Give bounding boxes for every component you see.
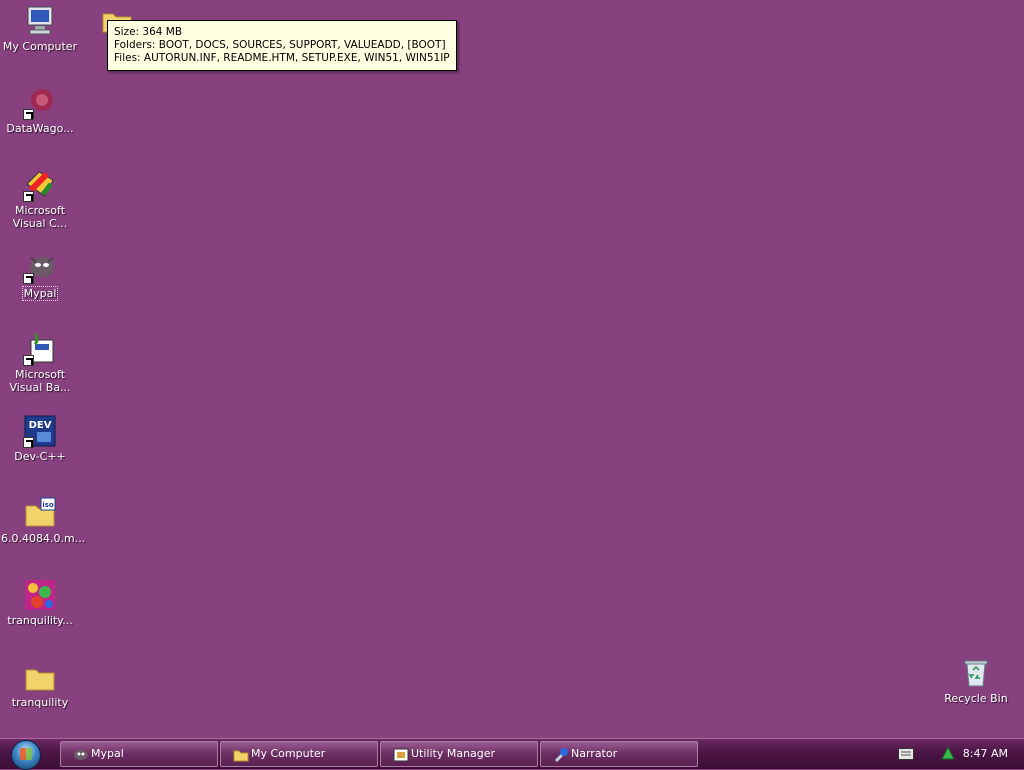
desktop-icon-visual-basic[interactable]: Microsoft Visual Ba... (0, 332, 80, 394)
shortcut-arrow-icon (23, 273, 34, 284)
utility-manager-icon (393, 747, 409, 763)
desktop-icon-tranquility-folder[interactable]: tranquility (0, 660, 80, 709)
folder-info-tooltip: Size: 364 MB Folders: BOOT, DOCS, SOURCE… (107, 20, 457, 71)
clock[interactable]: 8:47 AM (963, 739, 1008, 769)
desktop-icon-datawagon[interactable]: DataWago... (0, 86, 80, 135)
icon-label: Recycle Bin (944, 692, 1008, 705)
desktop-icon-my-computer[interactable]: My Computer (0, 4, 80, 53)
visual-basic-icon (23, 332, 57, 366)
my-computer-icon (23, 4, 57, 38)
desktop: My Computer DataWago... Microsoft Visual… (0, 0, 1024, 738)
tooltip-files: Files: AUTORUN.INF, README.HTM, SETUP.EX… (114, 52, 450, 64)
taskbar: Mypal My Computer Utility Manager Narrat… (0, 738, 1024, 770)
folder-icon (233, 747, 249, 763)
taskbar-button-mypal[interactable]: Mypal (60, 741, 218, 767)
taskbar-button-label: My Computer (251, 747, 326, 760)
icon-label: Mypal (21, 286, 59, 301)
taskbar-button-label: Narrator (571, 747, 618, 760)
shortcut-arrow-icon (23, 355, 34, 366)
tooltip-size: Size: 364 MB (114, 26, 183, 38)
taskbar-button-label: Mypal (91, 747, 124, 760)
desktop-icon-mypal[interactable]: Mypal (0, 250, 80, 301)
dev-cpp-icon: DEV (23, 414, 57, 448)
taskbar-button-my-computer[interactable]: My Computer (220, 741, 378, 767)
mypal-icon (23, 250, 57, 284)
icon-label: Microsoft Visual C... (12, 204, 68, 230)
icon-label: DataWago... (6, 122, 74, 135)
icon-label: 6.0.4084.0.m... (1, 532, 86, 545)
desktop-icon-recycle-bin[interactable]: Recycle Bin (936, 656, 1016, 705)
tranquility-image-icon (23, 578, 57, 612)
system-tray: 8:47 AM (894, 739, 1024, 769)
iso-file-icon: iso (23, 496, 57, 530)
mypal-icon (73, 747, 89, 763)
svg-text:iso: iso (42, 501, 54, 509)
recycle-bin-icon (959, 656, 993, 690)
icon-label: My Computer (2, 40, 78, 53)
icon-label: Dev-C++ (14, 450, 66, 463)
start-button[interactable] (6, 740, 46, 770)
windows-orb-icon (11, 740, 41, 770)
desktop-icon-visual-c[interactable]: Microsoft Visual C... (0, 168, 80, 230)
desktop-icon-dev-cpp[interactable]: DEV Dev-C++ (0, 414, 80, 463)
network-icon[interactable] (940, 745, 956, 761)
icon-label: Microsoft Visual Ba... (9, 368, 71, 394)
taskbar-button-utility-manager[interactable]: Utility Manager (380, 741, 538, 767)
svg-text:DEV: DEV (29, 420, 52, 431)
narrator-icon (553, 747, 569, 763)
datawagon-icon (23, 86, 57, 120)
icon-label: tranquility... (7, 614, 73, 627)
shortcut-arrow-icon (23, 109, 34, 120)
taskbar-button-narrator[interactable]: Narrator (540, 741, 698, 767)
taskbar-button-label: Utility Manager (411, 747, 496, 760)
desktop-icon-tranquility-image[interactable]: tranquility... (0, 578, 80, 627)
shortcut-arrow-icon (23, 437, 34, 448)
tooltip-folders: Folders: BOOT, DOCS, SOURCES, SUPPORT, V… (114, 39, 446, 51)
icon-label: tranquility (11, 696, 69, 709)
folder-icon (23, 660, 57, 694)
shortcut-arrow-icon (23, 191, 34, 202)
desktop-icon-iso-file[interactable]: iso 6.0.4084.0.m... (0, 496, 85, 545)
visual-c-icon (23, 168, 57, 202)
keyboard-icon[interactable] (898, 748, 914, 760)
